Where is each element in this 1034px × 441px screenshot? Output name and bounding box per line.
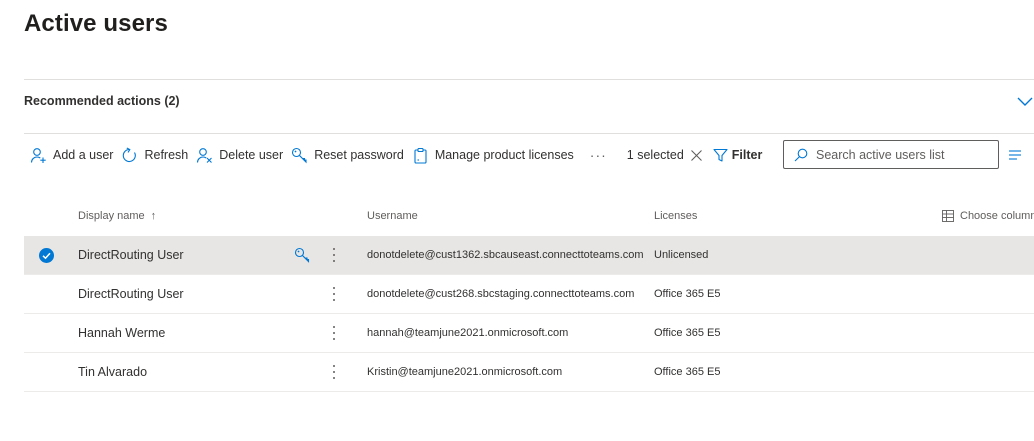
delete-user-button[interactable]: Delete user xyxy=(192,139,287,171)
manage-licenses-label: Manage product licenses xyxy=(434,148,574,162)
command-bar: Add a user Refresh Delete user Reset pas… xyxy=(24,139,1034,171)
clear-selection-icon[interactable] xyxy=(690,149,703,162)
reset-password-icon[interactable] xyxy=(294,247,310,263)
delete-user-label: Delete user xyxy=(219,148,284,162)
clipboard-icon xyxy=(414,147,427,164)
column-header-username[interactable]: Username xyxy=(367,210,418,222)
users-table: Display name ↑ Username Licenses Choose c… xyxy=(24,196,1034,392)
more-options-icon[interactable] xyxy=(329,324,339,342)
recommended-actions-panel[interactable]: Recommended actions (2) xyxy=(24,79,1034,134)
license-cell: Office 365 E5 xyxy=(654,288,721,300)
column-header-licenses[interactable]: Licenses xyxy=(654,210,697,222)
search-icon xyxy=(794,148,808,161)
table-row[interactable]: DirectRouting User donotdelete@cust268.s… xyxy=(24,275,1034,314)
license-cell: Office 365 E5 xyxy=(654,366,721,378)
choose-columns-label: Choose columns xyxy=(960,210,1034,222)
username-cell: donotdelete@cust1362.sbcauseast.connectt… xyxy=(367,249,644,261)
username-cell: hannah@teamjune2021.onmicrosoft.com xyxy=(367,327,569,339)
reset-password-button[interactable]: Reset password xyxy=(287,139,408,171)
page-title: Active users xyxy=(24,10,168,37)
delete-user-icon xyxy=(197,147,213,163)
more-options-icon[interactable] xyxy=(329,363,339,381)
table-header: Display name ↑ Username Licenses Choose c… xyxy=(24,196,1034,236)
license-cell: Office 365 E5 xyxy=(654,327,721,339)
column-header-display-name-label: Display name xyxy=(78,210,145,222)
checkmark-circle-icon[interactable] xyxy=(39,248,54,263)
reset-password-label: Reset password xyxy=(314,148,404,162)
filter-button[interactable]: Filter xyxy=(703,148,763,163)
choose-columns-icon xyxy=(942,210,954,222)
user-display-name[interactable]: Tin Alvarado xyxy=(78,365,147,379)
license-cell: Unlicensed xyxy=(654,249,709,261)
filter-icon xyxy=(713,148,728,162)
user-display-name[interactable]: DirectRouting User xyxy=(78,248,184,262)
manage-licenses-button[interactable]: Manage product licenses xyxy=(408,139,578,171)
table-row[interactable]: Hannah Werme hannah@teamjune2021.onmicro… xyxy=(24,314,1034,353)
recommended-actions-label: Recommended actions (2) xyxy=(24,94,180,108)
add-user-label: Add a user xyxy=(53,148,114,162)
column-header-display-name[interactable]: Display name ↑ xyxy=(78,210,156,222)
choose-columns-button[interactable]: Choose columns xyxy=(942,210,1034,222)
refresh-button[interactable]: Refresh xyxy=(117,139,192,171)
username-cell: donotdelete@cust268.sbcstaging.connectto… xyxy=(367,288,635,300)
chevron-down-icon[interactable] xyxy=(1016,94,1034,108)
more-options-icon[interactable] xyxy=(329,246,339,264)
refresh-icon xyxy=(123,147,137,162)
table-row[interactable]: DirectRouting User donotdelete@cust1362.… xyxy=(24,236,1034,275)
search-box[interactable] xyxy=(783,140,999,169)
selection-count: 1 selected xyxy=(613,148,703,162)
selection-count-label: 1 selected xyxy=(626,148,684,162)
table-row[interactable]: Tin Alvarado Kristin@teamjune2021.onmicr… xyxy=(24,353,1034,392)
filter-label: Filter xyxy=(731,148,763,162)
more-commands-button[interactable]: ··· xyxy=(578,139,613,171)
add-user-icon xyxy=(30,147,46,163)
more-options-icon[interactable] xyxy=(329,285,339,303)
view-options-icon[interactable] xyxy=(1007,147,1023,163)
refresh-label: Refresh xyxy=(144,148,189,162)
username-cell: Kristin@teamjune2021.onmicrosoft.com xyxy=(367,366,563,378)
user-display-name[interactable]: DirectRouting User xyxy=(78,287,184,301)
sort-ascending-icon: ↑ xyxy=(150,210,157,222)
key-icon xyxy=(292,147,307,163)
add-user-button[interactable]: Add a user xyxy=(24,139,117,171)
search-input[interactable] xyxy=(816,147,986,162)
user-display-name[interactable]: Hannah Werme xyxy=(78,326,165,340)
